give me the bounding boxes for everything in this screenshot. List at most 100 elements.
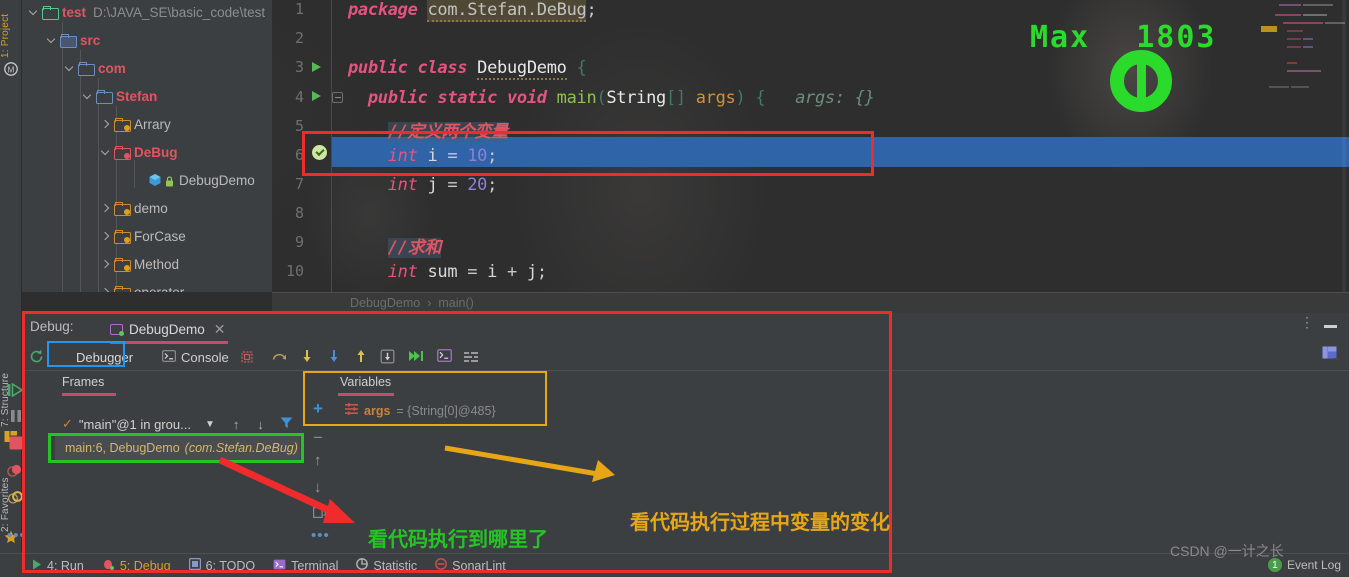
line-number: 4 (294, 88, 304, 106)
drop-frame-icon[interactable] (380, 349, 395, 369)
status-item-statistic[interactable]: Statistic (356, 558, 417, 573)
project-tree-panel[interactable]: test D:\JAVA_SE\basic_code\test src com … (22, 0, 272, 292)
folder-red-icon (114, 146, 131, 160)
chevron-down-icon[interactable] (46, 34, 58, 46)
folder-orange-icon (114, 202, 131, 216)
debugger-toolbar[interactable]: Debugger Console (22, 344, 1349, 370)
tree-row-arrary[interactable]: Arrary (100, 112, 171, 136)
code-line-6: int i = 10; (387, 146, 498, 166)
spacer-icon (134, 174, 146, 186)
chevron-down-icon[interactable] (64, 62, 76, 74)
breadcrumb-method[interactable]: main() (438, 296, 473, 310)
chevron-right-icon[interactable] (100, 118, 112, 130)
settings-layout-icon[interactable] (464, 350, 478, 368)
status-item-terminal[interactable]: Terminal (273, 559, 338, 573)
thread-selector[interactable]: ✓ "main"@1 in grou... ▼ ↑ ↓ (62, 416, 293, 432)
arrow-up-icon[interactable]: ↑ (233, 417, 240, 432)
evaluate-icon[interactable] (436, 348, 453, 367)
tree-row-forcase[interactable]: ForCase (100, 224, 186, 248)
force-step-into-icon[interactable] (327, 349, 341, 369)
code-minimap[interactable] (1261, 0, 1349, 130)
chevron-right-icon[interactable] (100, 230, 112, 242)
code-line-5: //定义两个变量 (387, 122, 508, 142)
run-gutter-icon[interactable] (312, 62, 321, 72)
line-number: 6 (294, 146, 304, 164)
variables-header: Variables (340, 375, 392, 389)
chevron-down-icon[interactable] (28, 6, 40, 18)
mute-breakpoints-icon[interactable] (7, 490, 24, 510)
layout-settings-icon[interactable] (1322, 346, 1338, 366)
tree-row-debug[interactable]: DeBug (100, 140, 178, 164)
chevron-down-icon[interactable] (82, 90, 94, 102)
move-down-icon[interactable]: ↓ (314, 479, 322, 496)
breakpoint-verified-icon[interactable] (312, 145, 327, 160)
status-item-debug[interactable]: 5: Debug (102, 558, 171, 573)
tree-row-label: test (62, 4, 87, 20)
move-up-icon[interactable]: ↑ (314, 452, 322, 469)
tree-row-label: demo (134, 200, 168, 216)
status-bar[interactable]: 4: Run 5: Debug 6: TODO Terminal Statist… (0, 553, 1349, 577)
step-out-icon[interactable] (354, 349, 368, 369)
view-breakpoints-icon[interactable] (7, 463, 24, 483)
copy-icon[interactable] (313, 505, 326, 523)
status-item-statistic-label: Statistic (373, 558, 418, 573)
status-item-sonarlint[interactable]: SonarLint (435, 558, 506, 573)
stack-frame-label: main:6, DebugDemo (65, 441, 180, 455)
status-item-run[interactable]: 4: Run (32, 559, 84, 573)
camera-icon[interactable] (240, 350, 254, 369)
tree-row-label: ForCase (134, 228, 186, 244)
folder-orange-icon (114, 230, 131, 244)
step-into-icon[interactable] (300, 349, 314, 369)
chevron-right-icon[interactable] (100, 258, 112, 270)
code-fold-icon[interactable] (332, 92, 343, 103)
rerun-icon[interactable] (29, 349, 44, 369)
tree-row-label: Arrary (134, 116, 171, 132)
tree-row-label: Stefan (116, 88, 158, 104)
tree-row-debugdemo[interactable]: DebugDemo (134, 168, 255, 192)
stack-frame-row[interactable]: main:6, DebugDemo (com.Stefan.DeBug) (55, 436, 300, 460)
tree-row-operator[interactable]: operator (100, 280, 184, 292)
chevron-down-icon[interactable]: ▼ (205, 419, 215, 430)
tab-console[interactable]: Console (162, 346, 229, 368)
todo-icon (188, 558, 201, 573)
debug-icon (102, 558, 115, 573)
debug-session-tab[interactable]: DebugDemo ✕ (110, 318, 226, 340)
editor-scrollbar-track[interactable] (1341, 0, 1346, 292)
tree-row-src[interactable]: src (46, 28, 100, 52)
more-options-icon[interactable]: ••• (7, 527, 26, 544)
pause-program-icon[interactable] (9, 409, 23, 428)
more-vertical-icon[interactable]: ⋮ (1300, 315, 1314, 329)
arrow-down-icon[interactable]: ↓ (257, 417, 264, 432)
breadcrumb[interactable]: DebugDemo › main() (272, 292, 1349, 313)
breadcrumb-class[interactable]: DebugDemo (350, 296, 420, 310)
step-over-icon[interactable] (272, 350, 287, 369)
filter-icon[interactable] (280, 416, 293, 432)
variable-row-args[interactable]: args = {String[0]@485} (345, 403, 496, 418)
stop-program-icon[interactable] (9, 436, 23, 455)
editor-gutter[interactable]: 1 2 3 4 5 6 7 8 9 10 (272, 0, 343, 292)
run-gutter-icon[interactable] (312, 91, 321, 101)
sidebar-tab-project[interactable]: 1: Project (0, 2, 22, 58)
tree-row-method[interactable]: Method (100, 252, 179, 276)
run-to-cursor-icon[interactable] (408, 349, 424, 368)
line-number: 9 (294, 233, 304, 251)
chevron-right-icon[interactable] (100, 202, 112, 214)
tree-row-stefan[interactable]: Stefan (82, 84, 157, 108)
status-item-todo[interactable]: 6: TODO (188, 558, 255, 573)
tab-debugger[interactable]: Debugger (64, 346, 133, 368)
more-options-icon[interactable]: ••• (311, 527, 330, 544)
close-icon[interactable]: ✕ (214, 321, 226, 338)
tree-row-test[interactable]: test D:\JAVA_SE\basic_code\test (28, 0, 265, 24)
folder-orange-icon (114, 118, 131, 132)
code-line-10: int sum = i + j; (387, 262, 547, 282)
add-watch-icon[interactable]: + (313, 399, 323, 419)
tree-row-demo[interactable]: demo (100, 196, 168, 220)
minimize-icon[interactable] (1324, 325, 1337, 328)
chevron-right-icon[interactable] (100, 286, 112, 292)
chevron-down-icon[interactable] (100, 146, 112, 158)
resume-program-icon[interactable] (8, 382, 24, 402)
array-variable-icon (345, 403, 358, 418)
annotation-text-variables: 看代码执行过程中变量的变化 (630, 512, 890, 534)
tree-row-com[interactable]: com (64, 56, 126, 80)
remove-watch-icon[interactable]: − (313, 428, 323, 448)
